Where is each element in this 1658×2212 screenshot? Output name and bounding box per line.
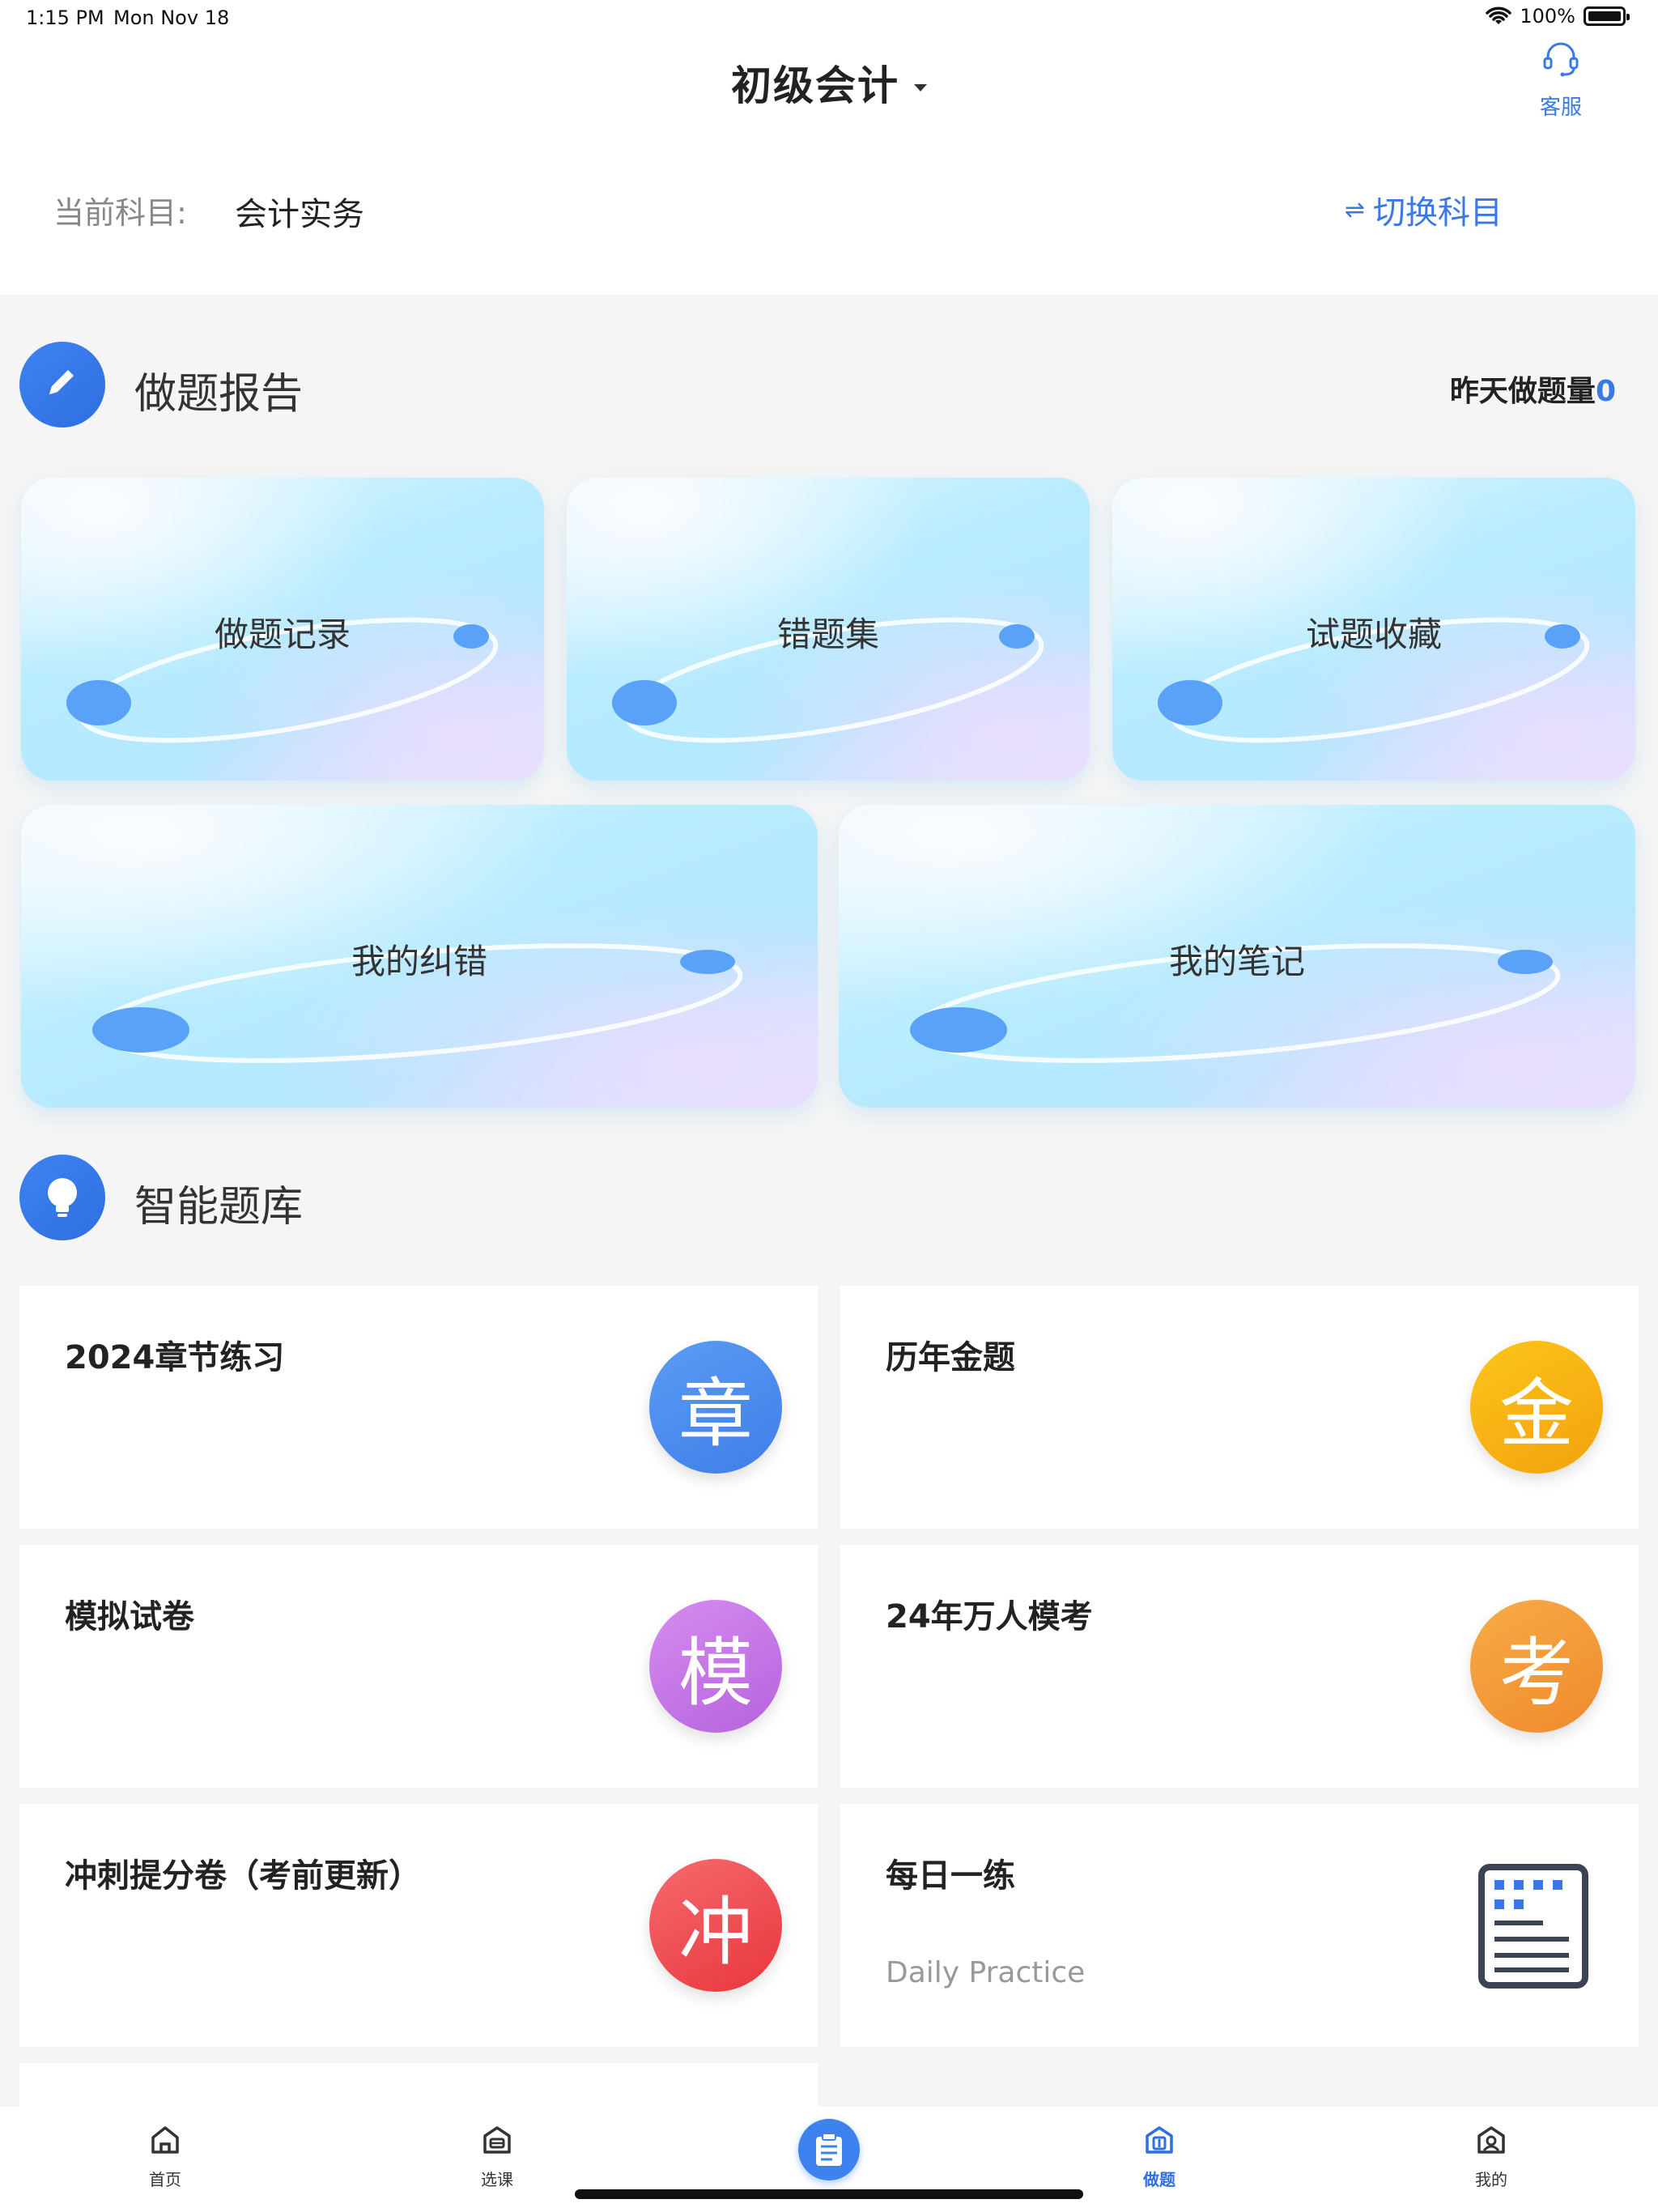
course-icon <box>483 2126 511 2154</box>
tab-home[interactable]: 首页 <box>117 2123 214 2190</box>
bank-section-title: 智能题库 <box>134 1183 304 1231</box>
wifi-icon <box>1486 6 1512 24</box>
report-card-favorites[interactable]: 试题收藏 <box>1112 478 1635 781</box>
bank-card-partial[interactable] <box>19 2063 818 2112</box>
pencil-icon <box>49 370 74 394</box>
exam-selector[interactable]: 初级会计 <box>0 53 1658 112</box>
bank-card-title: 24年万人模考 <box>886 1598 1093 1636</box>
switch-subject-button[interactable]: ⇌ 切换科目 <box>1345 186 1503 233</box>
caret-down-icon <box>914 83 927 91</box>
exam-badge-icon: 考 <box>1470 1600 1603 1733</box>
report-card-records[interactable]: 做题记录 <box>21 478 544 781</box>
tab-practice[interactable]: 做题 <box>1111 2123 1208 2190</box>
badge-text: 章 <box>678 1370 753 1457</box>
card-label: 做题记录 <box>214 615 351 654</box>
tab-label: 首页 <box>149 2170 181 2189</box>
sprint-badge-icon: 冲 <box>649 1859 782 1992</box>
card-label: 错题集 <box>776 615 879 654</box>
bank-card-title: 历年金题 <box>886 1339 1015 1376</box>
practice-icon <box>1146 2126 1173 2154</box>
battery-icon <box>1584 6 1630 26</box>
profile-icon <box>1477 2126 1505 2154</box>
swap-icon: ⇌ <box>1344 195 1365 224</box>
tab-label: 选课 <box>481 2170 513 2189</box>
card-label: 试题收藏 <box>1305 615 1442 654</box>
bank-card-title: 模拟试卷 <box>65 1598 194 1636</box>
center-action-button[interactable] <box>798 2119 860 2180</box>
bank-card-chapter-practice[interactable]: 2024章节练习 章 <box>19 1286 818 1529</box>
bank-card-mock-papers[interactable]: 模拟试卷 模 <box>19 1545 818 1788</box>
badge-text: 金 <box>1499 1370 1574 1457</box>
customer-service-label: 客服 <box>1539 96 1582 120</box>
report-section-title: 做题报告 <box>134 370 304 419</box>
tab-label: 做题 <box>1143 2170 1175 2189</box>
bank-card-title: 每日一练 <box>886 1857 1015 1895</box>
clipboard-list-icon <box>1478 1864 1588 1989</box>
status-right: 100% <box>1486 5 1630 28</box>
bank-card-mass-mock-exam[interactable]: 24年万人模考 考 <box>840 1545 1639 1788</box>
status-bar: 1:15 PM Mon Nov 18 100% <box>0 0 1658 36</box>
bank-card-sprint-papers[interactable]: 冲刺提分卷（考前更新） 冲 <box>19 1804 818 2047</box>
report-card-wrong-questions[interactable]: 错题集 <box>567 478 1090 781</box>
bank-card-subtitle: Daily Practice <box>886 1956 1086 1989</box>
battery-percent: 100% <box>1520 5 1575 28</box>
report-card-notes[interactable]: 我的笔记 <box>839 805 1635 1108</box>
bank-card-past-exams[interactable]: 历年金题 金 <box>840 1286 1639 1529</box>
current-subject-value: 会计实务 <box>235 196 364 233</box>
tab-courses[interactable]: 选课 <box>449 2123 546 2190</box>
customer-service-button[interactable]: 客服 <box>1512 36 1609 121</box>
mock-badge-icon: 模 <box>649 1600 782 1733</box>
badge-text: 冲 <box>678 1888 753 1976</box>
current-subject-label: 当前科目: <box>53 195 187 231</box>
clipboard-icon <box>816 2133 842 2166</box>
report-card-corrections[interactable]: 我的纠错 <box>21 805 818 1108</box>
yesterday-count: 昨天做题量0 <box>1450 368 1616 410</box>
tab-profile[interactable]: 我的 <box>1443 2123 1540 2190</box>
bank-card-title: 2024章节练习 <box>65 1339 285 1376</box>
card-label: 我的纠错 <box>351 942 487 981</box>
yesterday-value: 0 <box>1595 375 1616 408</box>
page-title: 初级会计 <box>731 62 899 109</box>
header: 初级会计 客服 当前科目: 会计实务 ⇌ 切换科目 <box>0 36 1658 295</box>
gold-badge-icon: 金 <box>1470 1341 1603 1474</box>
status-time: 1:15 PM <box>26 6 104 29</box>
lightbulb-icon <box>48 1178 77 1217</box>
home-icon <box>151 2126 179 2154</box>
report-section-icon <box>19 342 105 428</box>
chapter-badge-icon: 章 <box>649 1341 782 1474</box>
switch-subject-label: 切换科目 <box>1373 194 1503 232</box>
headset-icon <box>1543 42 1579 77</box>
badge-text: 考 <box>1499 1629 1574 1716</box>
bank-card-daily-practice[interactable]: 每日一练 Daily Practice <box>840 1804 1639 2047</box>
bank-card-title: 冲刺提分卷（考前更新） <box>65 1857 421 1895</box>
card-label: 我的笔记 <box>1168 942 1305 981</box>
home-indicator <box>575 2189 1083 2199</box>
bank-section-icon <box>19 1155 105 1240</box>
yesterday-label: 昨天做题量 <box>1449 375 1596 408</box>
badge-text: 模 <box>678 1629 753 1716</box>
status-date: Mon Nov 18 <box>113 6 230 29</box>
tab-label: 我的 <box>1475 2170 1507 2189</box>
